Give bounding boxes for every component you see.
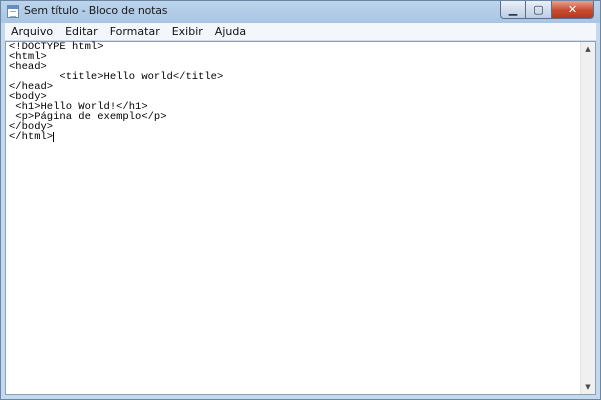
menu-formatar[interactable]: Formatar	[104, 23, 166, 40]
menu-ajuda[interactable]: Ajuda	[209, 23, 252, 40]
window-controls: ▁ ▢ ✕	[500, 1, 594, 19]
menu-editar[interactable]: Editar	[59, 23, 104, 40]
text-caret	[53, 132, 55, 142]
close-button[interactable]: ✕	[552, 1, 594, 19]
editor-line: </html>	[9, 131, 54, 143]
title-bar[interactable]: Sem título - Bloco de notas ▁ ▢ ✕	[1, 1, 600, 22]
menu-bar: Arquivo Editar Formatar Exibir Ajuda	[5, 23, 596, 41]
editor-text[interactable]: <!DOCTYPE html> <html> <head> <title>Hel…	[9, 42, 223, 143]
vertical-scrollbar[interactable]: ▲ ▼	[580, 42, 595, 394]
scroll-up-arrow-icon[interactable]: ▲	[581, 42, 595, 56]
minimize-button[interactable]: ▁	[500, 1, 526, 19]
notepad-icon	[7, 5, 19, 18]
menu-exibir[interactable]: Exibir	[166, 23, 209, 40]
notepad-window: Sem título - Bloco de notas ▁ ▢ ✕ Arquiv…	[0, 0, 601, 400]
window-title: Sem título - Bloco de notas	[24, 4, 168, 17]
scroll-down-arrow-icon[interactable]: ▼	[581, 380, 595, 394]
menu-arquivo[interactable]: Arquivo	[5, 23, 59, 40]
text-editor[interactable]: <!DOCTYPE html> <html> <head> <title>Hel…	[5, 41, 596, 395]
maximize-button[interactable]: ▢	[526, 1, 552, 19]
